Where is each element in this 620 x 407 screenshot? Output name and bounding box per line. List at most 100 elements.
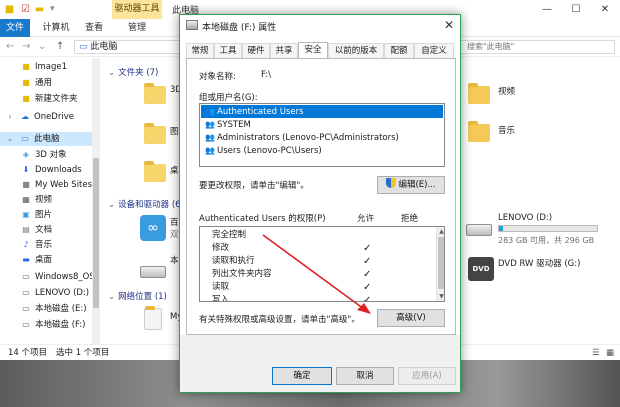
edit-button[interactable]: 编辑(E)... [377, 176, 445, 194]
tab-security[interactable]: 安全 [298, 42, 328, 58]
properties-checkbox-icon[interactable]: ☑ [20, 4, 31, 15]
drive-icon[interactable] [140, 266, 166, 278]
details-view-icon[interactable]: ☰ [592, 345, 600, 361]
baidu-cloud-icon[interactable]: ∞ [140, 215, 166, 241]
principal-users[interactable]: 👥 Users (Lenovo-PC\Users) [201, 144, 443, 157]
nav-item-downloads[interactable]: ⬇ Downloads [0, 163, 100, 177]
cloud-icon: ☁ [21, 112, 29, 121]
cancel-button[interactable]: 取消 [336, 367, 394, 385]
permissions-list: 完全控制 修改 ✓ 读取和执行 ✓ 列出文件夹内容 ✓ 读取 ✓ 写入 ✓ ▲ ▼ [199, 226, 445, 302]
nav-item-pictures[interactable]: ▣ 图片 [0, 208, 100, 222]
dvd-drive-icon[interactable]: DVD [468, 257, 494, 281]
nav-item-local-disk-e[interactable]: ▭ 本地磁盘 (E:) [0, 302, 100, 316]
ok-button[interactable]: 确定 [272, 367, 332, 385]
recent-locations-icon[interactable]: ⌄ [38, 41, 46, 52]
nav-item-image1[interactable]: ■ Image1 [0, 60, 100, 74]
nav-item-general[interactable]: ■ 通用 [0, 76, 100, 90]
tab-general[interactable]: 常规 [186, 43, 214, 58]
nav-item-this-pc[interactable]: ⌄ ▭ 此电脑 [0, 132, 100, 146]
folder-label-music: 音乐 [498, 126, 516, 136]
principals-listbox: 👥 Authenticated Users 👥 SYSTEM 👥 Administra… [199, 103, 445, 167]
desktop-icon: ▬ [22, 255, 30, 264]
apply-button[interactable]: 应用(A) [398, 367, 456, 385]
nav-item-local-disk-f[interactable]: ▭ 本地磁盘 (F:) [0, 318, 100, 332]
close-icon[interactable]: ✕ [591, 0, 619, 19]
selected-count: 选中 1 个项目 [56, 348, 110, 358]
scroll-down-icon[interactable]: ▼ [437, 292, 444, 301]
drive-d-capacity-fill [499, 226, 503, 231]
permissions-scrollbar[interactable]: ▲ ▼ [436, 227, 444, 301]
nav-item-3d-objects[interactable]: ◈ 3D 对象 [0, 148, 100, 162]
drive-icon: ▭ [22, 320, 30, 329]
drive-tools-context-tab[interactable]: 驱动器工具 [112, 0, 162, 19]
permissions-for-label: Authenticated Users 的权限(P) [199, 214, 326, 224]
drive-d-capacity-bar [498, 225, 598, 232]
folder-icon[interactable] [144, 161, 166, 182]
principal-administrators[interactable]: 👥 Administrators (Lenovo-PC\Administrator… [201, 131, 443, 144]
tab-manage[interactable]: 管理 [124, 19, 150, 37]
tab-quota[interactable]: 配额 [384, 43, 414, 58]
uac-shield-icon [386, 178, 397, 188]
scroll-up-icon[interactable]: ▲ [437, 227, 444, 236]
nav-item-onedrive[interactable]: › ☁ OneDrive [0, 110, 100, 124]
drive-icon [186, 20, 198, 30]
object-name-label: 对象名称: [199, 72, 236, 82]
permission-row: 修改 ✓ [212, 243, 372, 254]
principal-system[interactable]: 👥 SYSTEM [201, 118, 443, 131]
maximize-icon[interactable]: ☐ [562, 0, 590, 19]
nav-item-music[interactable]: ♪ 音乐 [0, 238, 100, 252]
music-icon: ♪ [23, 240, 29, 249]
close-icon[interactable]: ✕ [444, 18, 454, 32]
nav-item-documents[interactable]: ▤ 文档 [0, 223, 100, 237]
permission-row: 列出文件夹内容 ✓ [212, 269, 372, 280]
folder-icon[interactable] [144, 83, 166, 104]
tab-previous-versions[interactable]: 以前的版本 [328, 43, 384, 58]
chevron-down-icon[interactable]: ⌄ [4, 132, 16, 146]
dialog-footer: 确定 取消 应用(A) [180, 335, 460, 392]
drive-d-icon[interactable] [466, 224, 492, 236]
nav-item-my-web-sites[interactable]: ■ My Web Sites c [0, 178, 100, 192]
new-folder-icon[interactable]: ▬ [34, 4, 45, 15]
permission-row: 完全控制 [212, 230, 247, 240]
video-folder-icon[interactable] [468, 83, 490, 104]
tab-view[interactable]: 查看 [82, 19, 106, 37]
scrollbar-thumb[interactable] [93, 158, 99, 308]
folders-group-header[interactable]: ⌄ 文件夹 (7) [108, 66, 158, 78]
tab-hardware[interactable]: 硬件 [242, 43, 270, 58]
nav-item-new-folder[interactable]: ■ 新建文件夹 [0, 92, 100, 106]
minimize-icon[interactable]: — [533, 0, 561, 19]
advanced-button[interactable]: 高级(V) [377, 309, 445, 327]
nav-item-videos[interactable]: ▦ 视频 [0, 193, 100, 207]
user-group-icon: 👥 [205, 107, 215, 116]
allow-check-icon: ✓ [363, 282, 372, 293]
address-input[interactable]: ▭ 此电脑 [74, 40, 184, 54]
navigation-scrollbar[interactable] [92, 58, 100, 344]
folder-icon[interactable] [144, 123, 166, 144]
devices-group-header[interactable]: ⌄ 设备和驱动器 (6) [108, 198, 184, 210]
forward-arrow-icon[interactable]: → [22, 41, 30, 52]
music-folder-icon[interactable] [468, 121, 490, 142]
quick-access-dropdown-icon[interactable]: ▾ [50, 4, 55, 14]
network-group-header[interactable]: ⌄ 网络位置 (1) [108, 290, 167, 302]
permission-row: 读取 ✓ [212, 282, 372, 293]
tab-computer[interactable]: 计算机 [38, 19, 74, 37]
user-group-icon: 👥 [205, 146, 215, 155]
network-location-icon[interactable] [144, 306, 162, 330]
chevron-right-icon[interactable]: › [4, 110, 16, 124]
back-arrow-icon[interactable]: ← [6, 41, 14, 52]
folder-icon: ■ [22, 78, 30, 87]
nav-item-desktop[interactable]: ▬ 桌面 [0, 253, 100, 267]
principal-authenticated-users[interactable]: 👥 Authenticated Users [201, 105, 443, 118]
nav-item-lenovo-d[interactable]: ▭ LENOVO (D:) [0, 286, 100, 300]
nav-item-windows8-os[interactable]: ▭ Windows8_OS [0, 270, 100, 284]
search-input[interactable]: 搜索"此电脑" [460, 40, 615, 54]
tab-customize[interactable]: 自定义 [414, 43, 454, 58]
scrollbar-thumb[interactable] [438, 237, 444, 289]
up-arrow-icon[interactable]: ↑ [56, 41, 64, 52]
dialog-title: 本地磁盘 (F:) 属性 [202, 23, 277, 33]
tab-sharing[interactable]: 共享 [270, 43, 298, 58]
large-icons-view-icon[interactable]: ▦ [606, 345, 614, 361]
tab-tools[interactable]: 工具 [214, 43, 242, 58]
tab-file[interactable]: 文件 [0, 19, 30, 37]
dialog-titlebar: 本地磁盘 (F:) 属性 ✕ [180, 15, 460, 37]
